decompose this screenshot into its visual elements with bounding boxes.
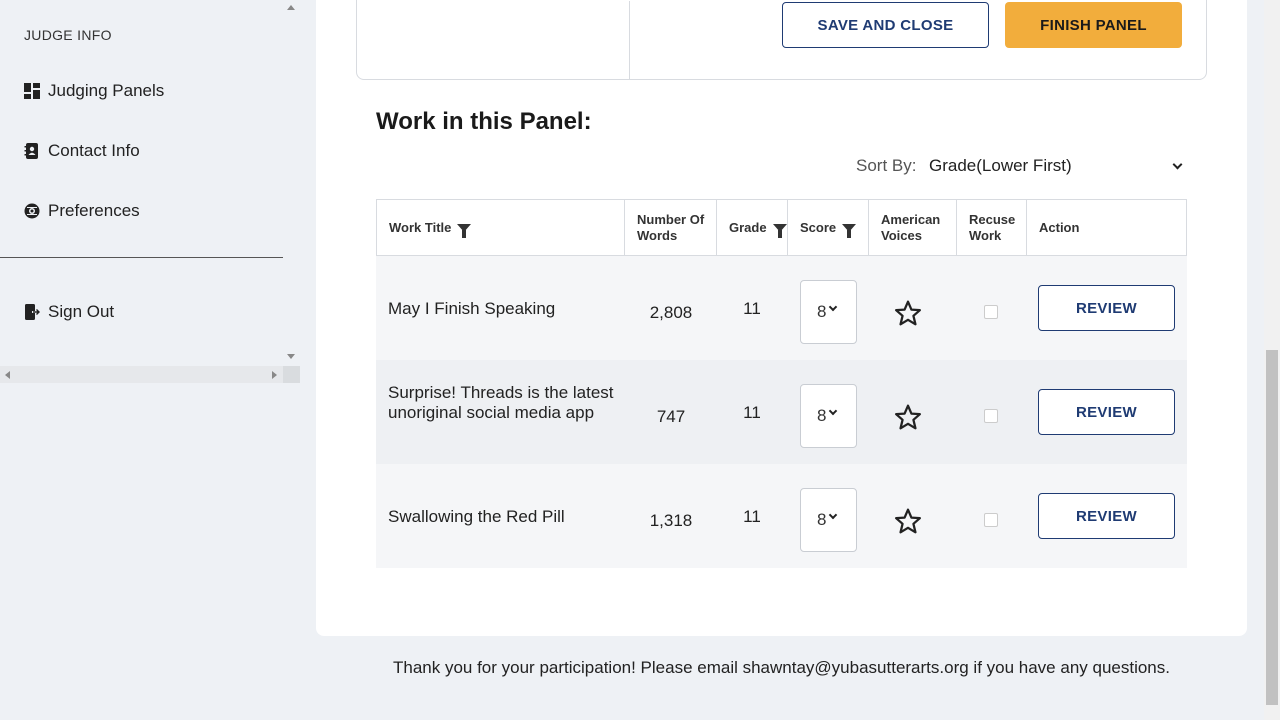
work-title: Swallowing the Red Pill (388, 507, 565, 526)
sort-by-select[interactable]: Grade(Lower First) (929, 154, 1187, 178)
score-value: 8 (817, 510, 827, 529)
column-label: Recuse Work (969, 211, 1016, 243)
score-select[interactable]: 8 (800, 384, 857, 448)
filter-icon[interactable] (772, 223, 787, 238)
sidebar-item-judging-panels[interactable]: Judging Panels (24, 81, 164, 101)
sort-by-label: Sort By: (856, 156, 917, 175)
word-count: 1,318 (649, 511, 693, 530)
sidebar-item-label: Preferences (48, 201, 140, 220)
score-value: 8 (817, 406, 827, 425)
filter-icon[interactable] (842, 223, 857, 238)
scroll-right-arrow-icon[interactable] (272, 371, 277, 379)
column-header-american-voices: American Voices (869, 200, 957, 255)
scroll-left-arrow-icon[interactable] (5, 371, 10, 379)
chevron-down-icon (828, 406, 838, 416)
table-row: May I Finish Speaking 2,808 11 8 REVIEW (376, 256, 1187, 360)
column-label: American Voices (881, 211, 941, 243)
sidebar-item-preferences[interactable]: Preferences (24, 201, 140, 221)
contact-book-icon (24, 143, 40, 159)
table-header: Work Title Number Of Words Grade Score A… (376, 199, 1187, 256)
sidebar-vertical-scrollbar[interactable] (283, 0, 300, 366)
filter-icon[interactable] (457, 223, 472, 238)
word-count: 2,808 (649, 303, 693, 322)
chevron-down-icon (828, 302, 838, 312)
panel-divider (629, 1, 630, 80)
column-label: Work Title (389, 219, 452, 235)
sidebar-scroll-area: JUDGE INFO Judging Panels Contact Info P… (0, 0, 283, 366)
score-select[interactable]: 8 (800, 280, 857, 344)
column-label: Action (1039, 219, 1080, 235)
grade: 11 (743, 299, 761, 318)
footer-message: Thank you for your participation! Please… (392, 658, 1170, 677)
save-and-close-button[interactable]: SAVE AND CLOSE (782, 2, 989, 48)
work-section-title: Work in this Panel: (376, 108, 592, 135)
main-card: SAVE AND CLOSE FINISH PANEL Work in this… (316, 0, 1247, 636)
scrollbar-corner (283, 366, 300, 383)
review-button[interactable]: REVIEW (1038, 285, 1175, 331)
column-label: Number Of Words (637, 211, 705, 243)
table-row: Surprise! Threads is the latest unorigin… (376, 360, 1187, 464)
sort-by-value: Grade(Lower First) (929, 156, 1072, 175)
page-vertical-scrollbar[interactable] (1264, 0, 1280, 720)
sidebar-horizontal-scrollbar[interactable] (0, 366, 283, 383)
dashboard-icon (24, 83, 40, 99)
column-label: Grade (729, 219, 767, 235)
finish-panel-button[interactable]: FINISH PANEL (1005, 2, 1182, 48)
column-header-work-title[interactable]: Work Title (377, 200, 625, 255)
column-label: Score (800, 219, 837, 235)
page-scroll-thumb[interactable] (1266, 350, 1278, 705)
sidebar-item-label: Judging Panels (48, 81, 165, 100)
gear-icon (24, 203, 40, 219)
column-header-grade[interactable]: Grade (717, 200, 788, 255)
chevron-down-icon (828, 510, 838, 520)
column-header-score[interactable]: Score (788, 200, 869, 255)
column-header-recuse-work: Recuse Work (957, 200, 1027, 255)
sidebar-item-label: Contact Info (48, 141, 140, 160)
score-value: 8 (817, 302, 827, 321)
grade: 11 (743, 403, 761, 422)
review-button[interactable]: REVIEW (1038, 493, 1175, 539)
column-header-number-of-words: Number Of Words (625, 200, 717, 255)
work-title: Surprise! Threads is the latest unorigin… (388, 383, 614, 422)
recuse-checkbox[interactable] (984, 305, 998, 319)
scroll-up-arrow-icon[interactable] (287, 5, 295, 10)
chevron-down-icon (1172, 159, 1183, 169)
scroll-down-arrow-icon[interactable] (287, 354, 295, 359)
sidebar: JUDGE INFO Judging Panels Contact Info P… (0, 0, 300, 720)
sign-out-label: Sign Out (48, 302, 115, 321)
recuse-checkbox[interactable] (984, 513, 998, 527)
work-title: May I Finish Speaking (388, 299, 556, 318)
american-voices-star-icon[interactable] (894, 300, 922, 326)
sign-out-icon (24, 304, 40, 320)
work-table: Work Title Number Of Words Grade Score A… (376, 199, 1187, 568)
grade: 11 (743, 507, 761, 526)
review-button[interactable]: REVIEW (1038, 389, 1175, 435)
column-header-action: Action (1027, 200, 1186, 255)
sidebar-divider (0, 257, 283, 258)
sidebar-item-contact-info[interactable]: Contact Info (24, 141, 140, 161)
table-row: Swallowing the Red Pill 1,318 11 8 REVIE… (376, 464, 1187, 568)
american-voices-star-icon[interactable] (894, 404, 922, 430)
recuse-checkbox[interactable] (984, 409, 998, 423)
word-count: 747 (656, 407, 686, 426)
sign-out-link[interactable]: Sign Out (24, 302, 114, 322)
sidebar-heading: JUDGE INFO (24, 27, 112, 43)
american-voices-star-icon[interactable] (894, 508, 922, 534)
score-select[interactable]: 8 (800, 488, 857, 552)
